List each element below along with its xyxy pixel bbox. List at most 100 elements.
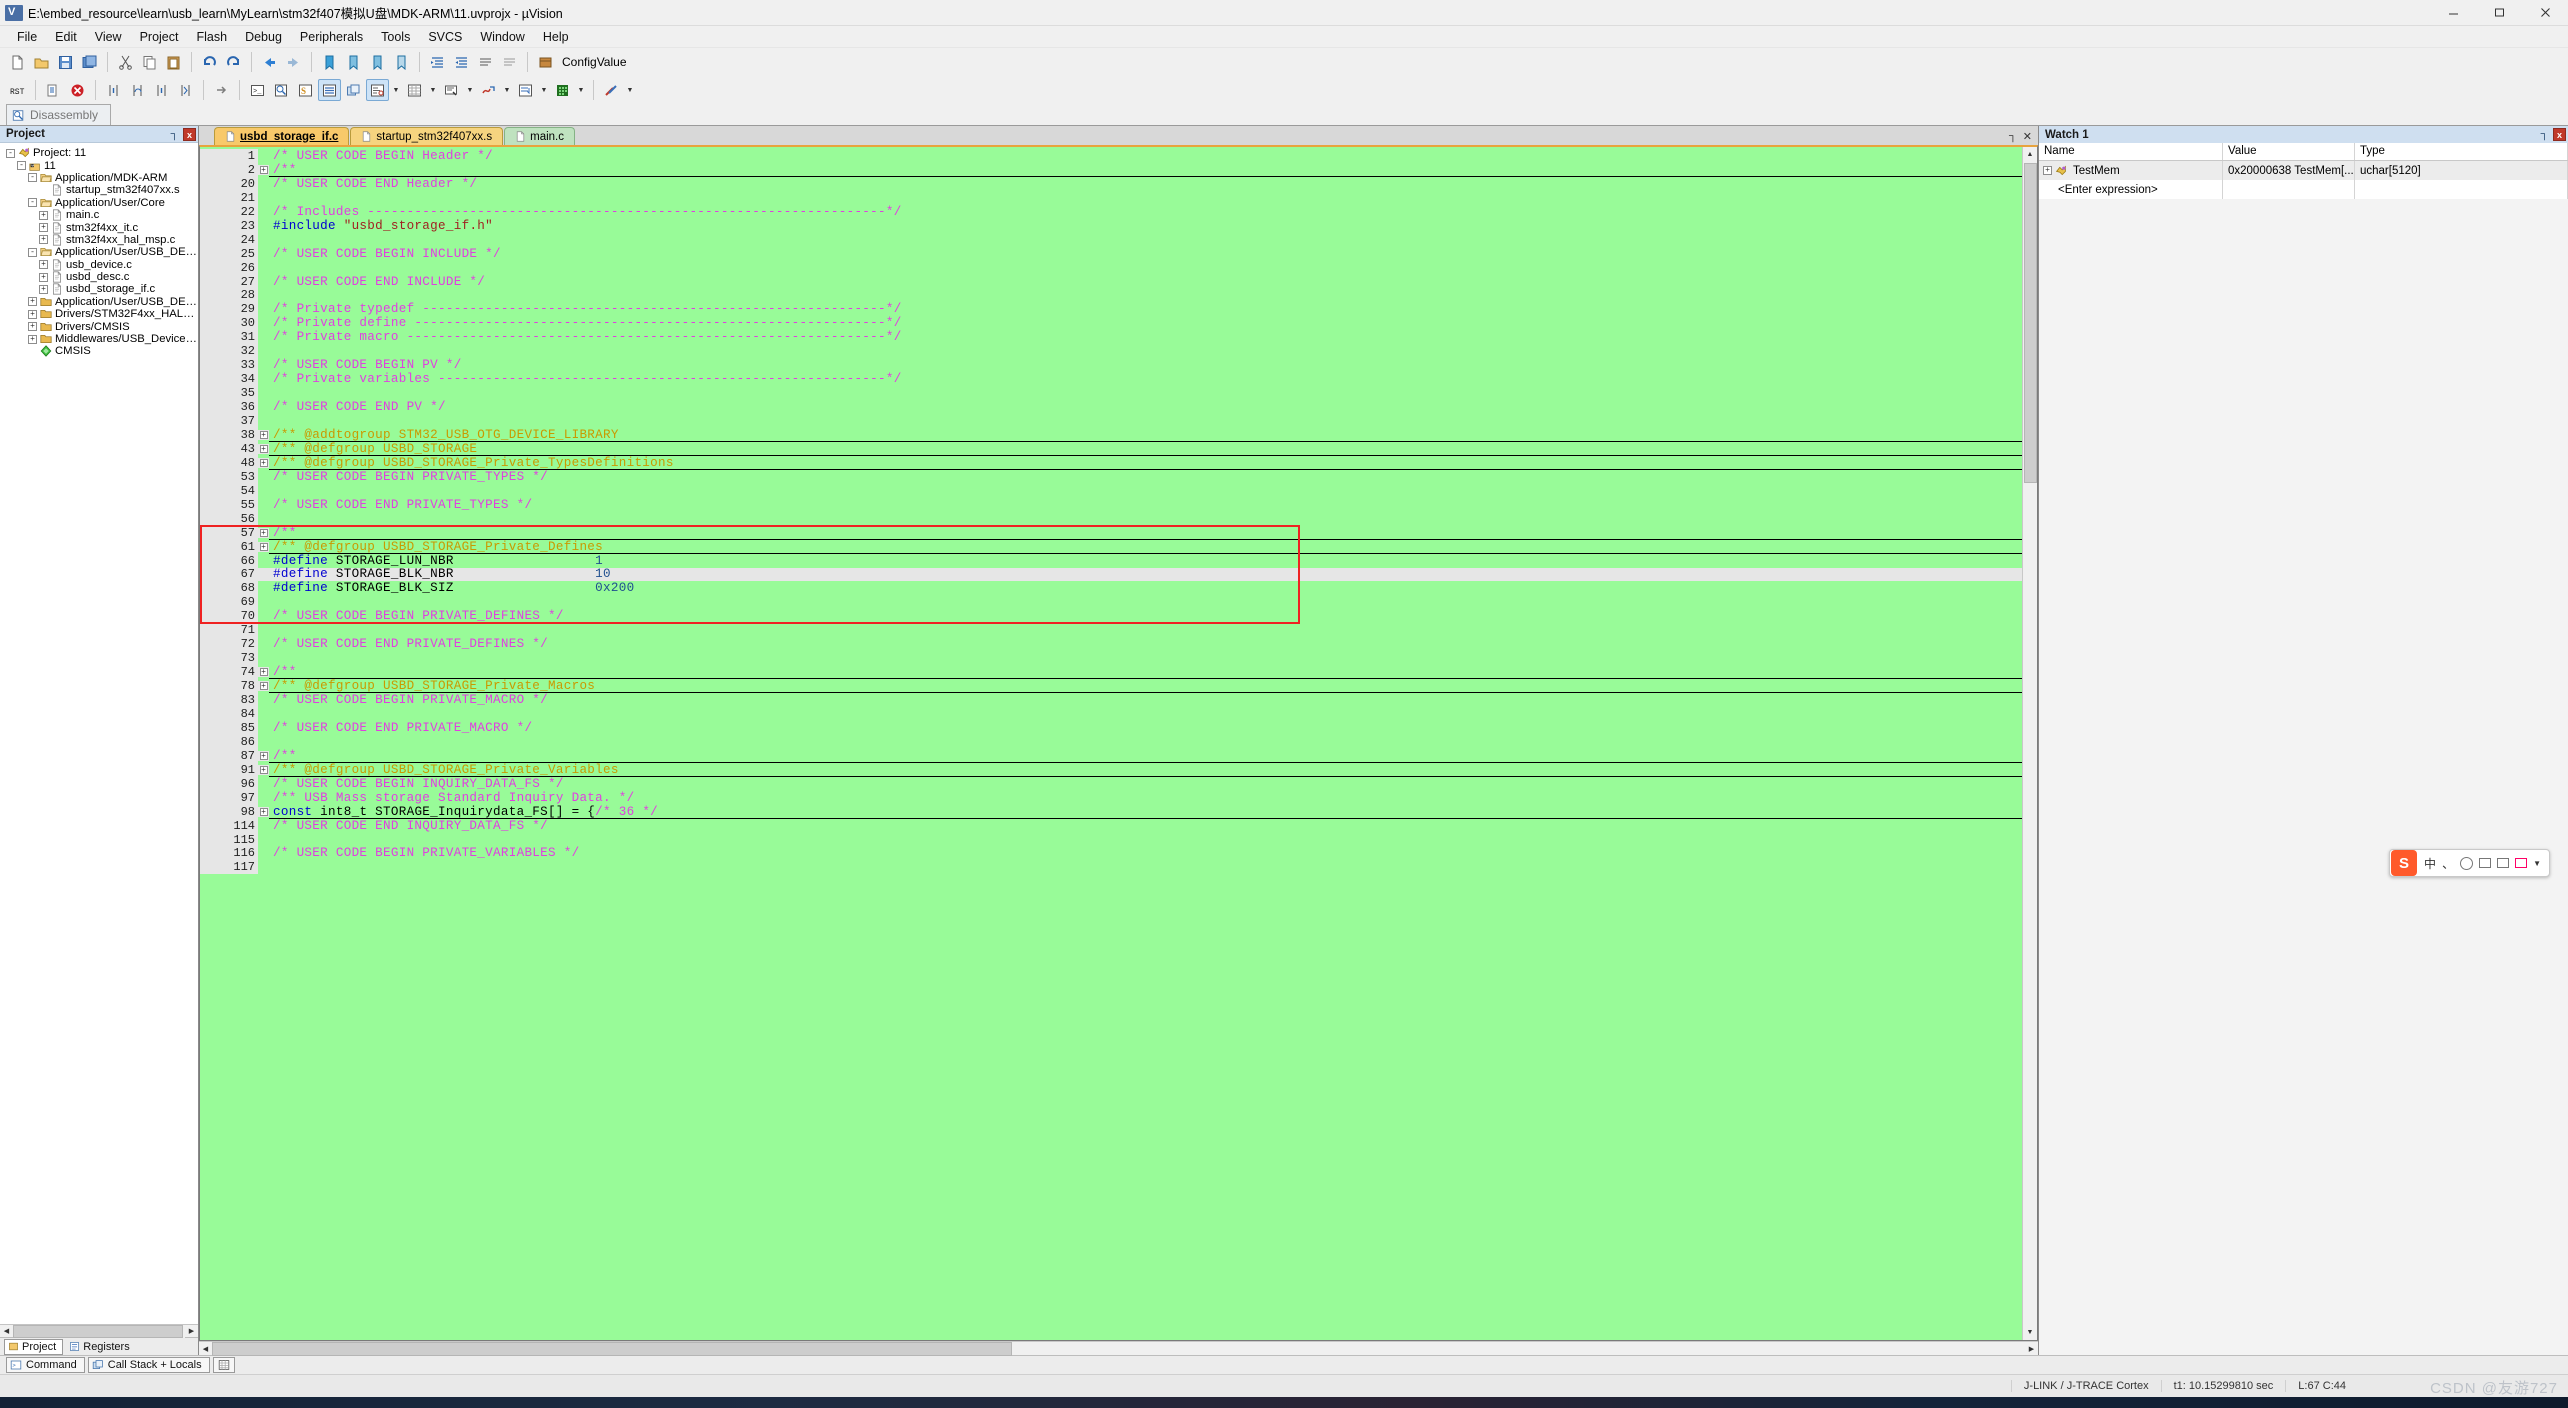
- editor-vscroll-thumb[interactable]: [2023, 163, 2037, 483]
- tree-collapse-icon[interactable]: -: [28, 247, 37, 257]
- fold-expand-icon[interactable]: +: [258, 541, 269, 552]
- editor-tab-usbd-storage-if-c[interactable]: usbd_storage_if.c: [214, 127, 350, 145]
- code-line[interactable]: 53 /* USER CODE BEGIN PRIVATE_TYPES */: [200, 469, 2022, 484]
- watch-cell-value[interactable]: [2223, 180, 2355, 199]
- bookmark-prev-icon[interactable]: [342, 51, 365, 73]
- watch-window-icon[interactable]: [366, 79, 389, 101]
- tree-collapse-icon[interactable]: -: [28, 198, 37, 208]
- maximize-button[interactable]: [2476, 0, 2522, 26]
- code-line[interactable]: 20 /* USER CODE END Header */: [200, 176, 2022, 191]
- fold-expand-icon[interactable]: +: [258, 667, 269, 678]
- fold-expand-icon[interactable]: +: [258, 806, 269, 817]
- editor-tabbar-close-icon[interactable]: ✕: [2023, 130, 2032, 143]
- editor-scroll-left-icon[interactable]: ◀: [199, 1342, 212, 1355]
- tree-item-startup-stm32f407xx-s[interactable]: startup_stm32f407xx.s: [0, 184, 198, 196]
- tree-item-usbd-desc-c[interactable]: + usbd_desc.c: [0, 271, 198, 283]
- code-line[interactable]: 23 #include "usbd_storage_if.h": [200, 218, 2022, 233]
- project-panel-pin-icon[interactable]: ┐: [168, 128, 181, 141]
- code-line[interactable]: 22 /* Includes --------------------------…: [200, 204, 2022, 219]
- watch-panel-close-icon[interactable]: x: [2553, 128, 2566, 141]
- fold-expand-icon[interactable]: +: [258, 527, 269, 538]
- ime-skin-icon[interactable]: [2515, 858, 2528, 868]
- go-to-icon[interactable]: [210, 79, 233, 101]
- code-line[interactable]: 68 #define STORAGE_BLK_SIZ 0x200: [200, 581, 2022, 596]
- trace-window-dropdown-icon[interactable]: ▼: [538, 79, 550, 101]
- code-line[interactable]: 83 /* USER CODE BEGIN PRIVATE_MACRO */: [200, 693, 2022, 707]
- code-line[interactable]: 73: [200, 651, 2022, 666]
- editor-tab-startup-stm32f407xx-s[interactable]: startup_stm32f407xx.s: [350, 127, 504, 145]
- scroll-left-icon[interactable]: ◀: [0, 1325, 13, 1338]
- menu-item-file[interactable]: File: [8, 28, 46, 46]
- analysis-window-icon[interactable]: [477, 79, 500, 101]
- outdent-icon[interactable]: [450, 51, 473, 73]
- reset-icon[interactable]: RST: [6, 79, 29, 101]
- project-tree-scroll-track[interactable]: [13, 1324, 185, 1338]
- registers-window-icon[interactable]: [318, 79, 341, 101]
- code-line[interactable]: 114 /* USER CODE END INQUIRY_DATA_FS */: [200, 818, 2022, 833]
- code-line[interactable]: 24: [200, 232, 2022, 247]
- code-line[interactable]: 21: [200, 190, 2022, 205]
- menu-item-window[interactable]: Window: [471, 28, 533, 46]
- code-line[interactable]: 37: [200, 414, 2022, 428]
- build-icon[interactable]: [534, 51, 557, 73]
- memory-window-icon[interactable]: [403, 79, 426, 101]
- save-icon[interactable]: [54, 51, 77, 73]
- bookmark-toggle-icon[interactable]: [318, 51, 341, 73]
- code-line[interactable]: 32: [200, 344, 2022, 359]
- sogou-logo-icon[interactable]: S: [2391, 850, 2418, 876]
- editor-hscrollbar[interactable]: ◀ ▶: [199, 1341, 2038, 1356]
- bottom-tab-callstack[interactable]: Call Stack + Locals: [87, 1357, 210, 1373]
- redo-icon[interactable]: [222, 51, 245, 73]
- editor-tabbar-pin-icon[interactable]: ┐: [2009, 130, 2017, 142]
- code-line[interactable]: 96 /* USER CODE BEGIN INQUIRY_DATA_FS */: [200, 776, 2022, 791]
- code-line[interactable]: 56: [200, 511, 2022, 526]
- menu-item-debug[interactable]: Debug: [236, 28, 291, 46]
- bottom-tab-memory[interactable]: [212, 1357, 235, 1373]
- menu-item-view[interactable]: View: [86, 28, 131, 46]
- kill-all-breakpoints-icon[interactable]: [66, 79, 89, 101]
- breakpoint-list-icon[interactable]: [42, 79, 65, 101]
- bookmark-clear-icon[interactable]: [390, 51, 413, 73]
- code-line[interactable]: 98 + const int8_t STORAGE_Inquirydata_FS[]…: [200, 804, 2022, 819]
- tree-collapse-icon[interactable]: -: [28, 173, 37, 183]
- scroll-up-icon[interactable]: ▲: [2023, 147, 2038, 162]
- code-line[interactable]: 71: [200, 623, 2022, 638]
- tree-expand-icon[interactable]: +: [39, 284, 48, 294]
- watch-col-type[interactable]: Type: [2355, 143, 2568, 160]
- fold-expand-icon[interactable]: +: [258, 681, 269, 692]
- menu-item-tools[interactable]: Tools: [372, 28, 419, 46]
- editor-scroll-right-icon[interactable]: ▶: [2025, 1342, 2038, 1355]
- menu-item-flash[interactable]: Flash: [187, 28, 236, 46]
- watch-cell-name[interactable]: + TestMem: [2039, 161, 2223, 180]
- code-line[interactable]: 35: [200, 386, 2022, 401]
- ime-smiley-icon[interactable]: [2460, 856, 2474, 870]
- code-line[interactable]: 54: [200, 483, 2022, 498]
- save-all-icon[interactable]: [78, 51, 101, 73]
- trace-window-icon[interactable]: [514, 79, 537, 101]
- bookmark-next-icon[interactable]: [366, 51, 389, 73]
- tree-expand-icon[interactable]: +: [39, 210, 48, 220]
- tree-expand-icon[interactable]: +: [28, 297, 37, 307]
- step-out-icon[interactable]: [150, 79, 173, 101]
- code-line[interactable]: 84: [200, 706, 2022, 721]
- indent-icon[interactable]: [426, 51, 449, 73]
- tree-expand-icon[interactable]: +: [28, 309, 37, 319]
- watch-col-value[interactable]: Value: [2223, 143, 2355, 160]
- watch-expand-icon[interactable]: +: [2043, 166, 2052, 175]
- config-value-combo[interactable]: ConfigValue: [562, 55, 627, 69]
- fold-expand-icon[interactable]: +: [258, 764, 269, 775]
- tree-item-cmsis[interactable]: CMSIS: [0, 345, 198, 357]
- tree-item-usb-device-c[interactable]: + usb_device.c: [0, 259, 198, 271]
- ime-floating-toolbar[interactable]: S 中 、 ▼: [2389, 849, 2550, 877]
- command-window-icon[interactable]: >_: [246, 79, 269, 101]
- undo-icon[interactable]: [198, 51, 221, 73]
- code-line[interactable]: 2 + /**: [200, 162, 2022, 177]
- code-line[interactable]: 67 #define STORAGE_BLK_NBR 10: [200, 567, 2022, 582]
- tree-expand-icon[interactable]: +: [28, 334, 37, 344]
- serial-window-icon[interactable]: [440, 79, 463, 101]
- code-line[interactable]: 43 + /** @defgroup USBD_STORAGE: [200, 441, 2022, 456]
- code-line[interactable]: 36 /* USER CODE END PV */: [200, 400, 2022, 415]
- scroll-right-icon[interactable]: ▶: [185, 1325, 198, 1338]
- fold-expand-icon[interactable]: +: [258, 457, 269, 468]
- tree-item-main-c[interactable]: + main.c: [0, 209, 198, 221]
